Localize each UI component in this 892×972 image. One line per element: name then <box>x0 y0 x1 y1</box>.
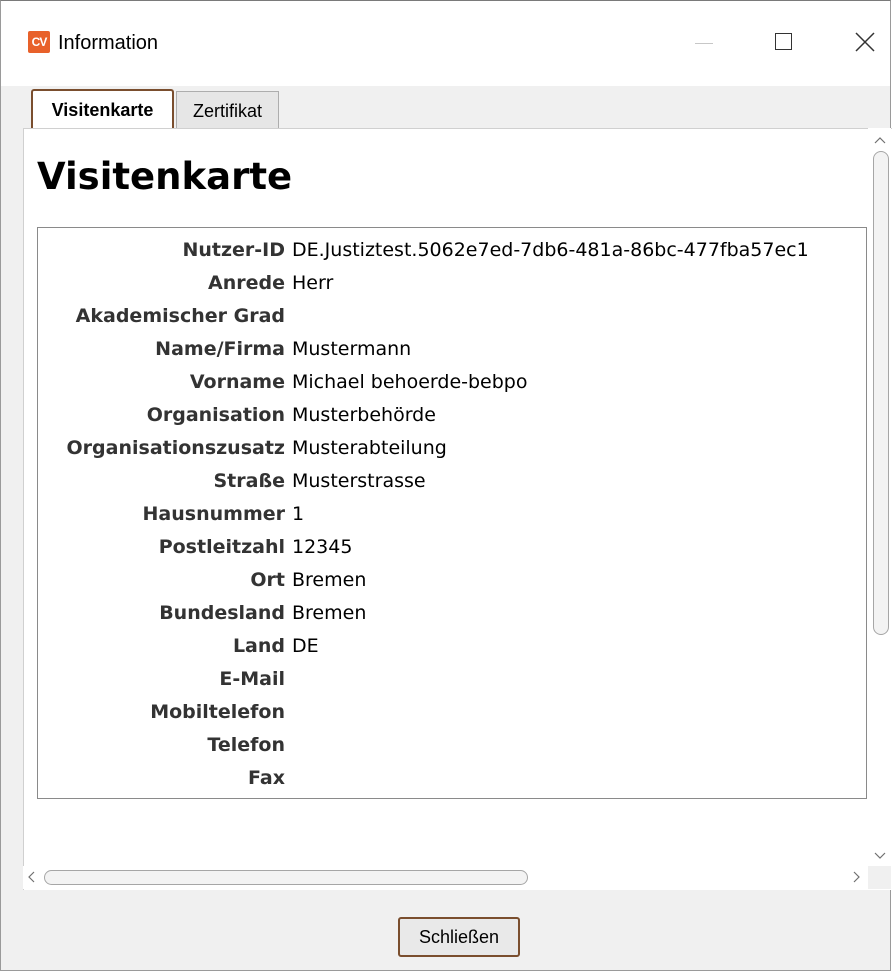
field-value: Bremen <box>292 569 367 591</box>
field-label: Name/Firma <box>155 338 285 360</box>
card-row: E-Mail <box>38 663 866 695</box>
field-label: Anrede <box>208 272 285 294</box>
card-row: Organisationszusatz Musterabteilung <box>38 432 866 464</box>
card-row: Telefon <box>38 729 866 761</box>
field-value: 1 <box>292 503 305 525</box>
field-value: 12345 <box>292 536 353 558</box>
field-value: Musterbehörde <box>292 404 436 426</box>
vertical-scroll-thumb[interactable] <box>873 151 889 635</box>
scroll-up-icon[interactable] <box>874 136 886 144</box>
field-label: Mobiltelefon <box>150 701 285 723</box>
field-value: DE <box>292 635 319 657</box>
close-button[interactable]: Schließen <box>398 917 520 957</box>
card-row: Bundesland Bremen <box>38 597 866 629</box>
minimize-icon[interactable] <box>683 23 727 63</box>
close-icon[interactable] <box>843 23 887 63</box>
field-value: Michael behoerde-bebpo <box>292 371 528 393</box>
field-label: Bundesland <box>159 602 285 624</box>
scrollbar-corner <box>868 866 891 889</box>
title-bar[interactable]: CV Information <box>1 1 890 86</box>
field-label: Organisation <box>146 404 285 426</box>
field-label: Organisationszusatz <box>66 437 285 459</box>
card-row: Land DE <box>38 630 866 662</box>
scroll-left-icon[interactable] <box>27 871 35 883</box>
field-value: Mustermann <box>292 338 412 360</box>
app-logo-icon: CV <box>28 31 50 53</box>
field-value: Musterstrasse <box>292 470 426 492</box>
scroll-down-icon[interactable] <box>874 852 886 860</box>
card-row: Organisation Musterbehörde <box>38 399 866 431</box>
page-title: Visitenkarte <box>37 155 293 198</box>
horizontal-scrollbar[interactable] <box>23 866 868 889</box>
field-label: Postleitzahl <box>158 536 285 558</box>
card-row: Nutzer-ID DE.Justiztest.5062e7ed-7db6-481… <box>38 234 866 266</box>
card-row: Postleitzahl 12345 <box>38 531 866 563</box>
card-row: Fax <box>38 762 866 794</box>
field-label: Telefon <box>207 734 285 756</box>
field-value: DE.Justiztest.5062e7ed-7db6-481a-86bc-47… <box>292 239 809 261</box>
field-label: Hausnummer <box>142 503 285 525</box>
card-row: Anrede Herr <box>38 267 866 299</box>
scroll-right-icon[interactable] <box>853 871 861 883</box>
card-row: Mobiltelefon <box>38 696 866 728</box>
field-label: Fax <box>248 767 285 789</box>
card-row: Straße Musterstrasse <box>38 465 866 497</box>
card-row: Vorname Michael behoerde-bebpo <box>38 366 866 398</box>
field-label: Straße <box>213 470 285 492</box>
field-label: Nutzer-ID <box>182 239 285 261</box>
field-value: Bremen <box>292 602 367 624</box>
card-row: Hausnummer 1 <box>38 498 866 530</box>
card-row: Name/Firma Mustermann <box>38 333 866 365</box>
field-value: Musterabteilung <box>292 437 447 459</box>
card-row: Akademischer Grad <box>38 300 866 332</box>
field-label: Land <box>232 635 285 657</box>
vertical-scrollbar[interactable] <box>868 128 891 890</box>
field-label: Akademischer Grad <box>75 305 285 327</box>
horizontal-scroll-thumb[interactable] <box>44 870 528 885</box>
field-label: E-Mail <box>219 668 285 690</box>
field-label: Vorname <box>189 371 285 393</box>
window-title: Information <box>58 32 159 54</box>
tab-visitenkarte[interactable]: Visitenkarte <box>31 89 174 129</box>
tab-zertifikat[interactable]: Zertifikat <box>176 91 279 129</box>
field-label: Ort <box>250 569 285 591</box>
card-row: Ort Bremen <box>38 564 866 596</box>
maximize-icon[interactable] <box>763 23 807 63</box>
business-card-table: Nutzer-ID DE.Justiztest.5062e7ed-7db6-481… <box>37 227 867 799</box>
field-value: Herr <box>292 272 334 294</box>
